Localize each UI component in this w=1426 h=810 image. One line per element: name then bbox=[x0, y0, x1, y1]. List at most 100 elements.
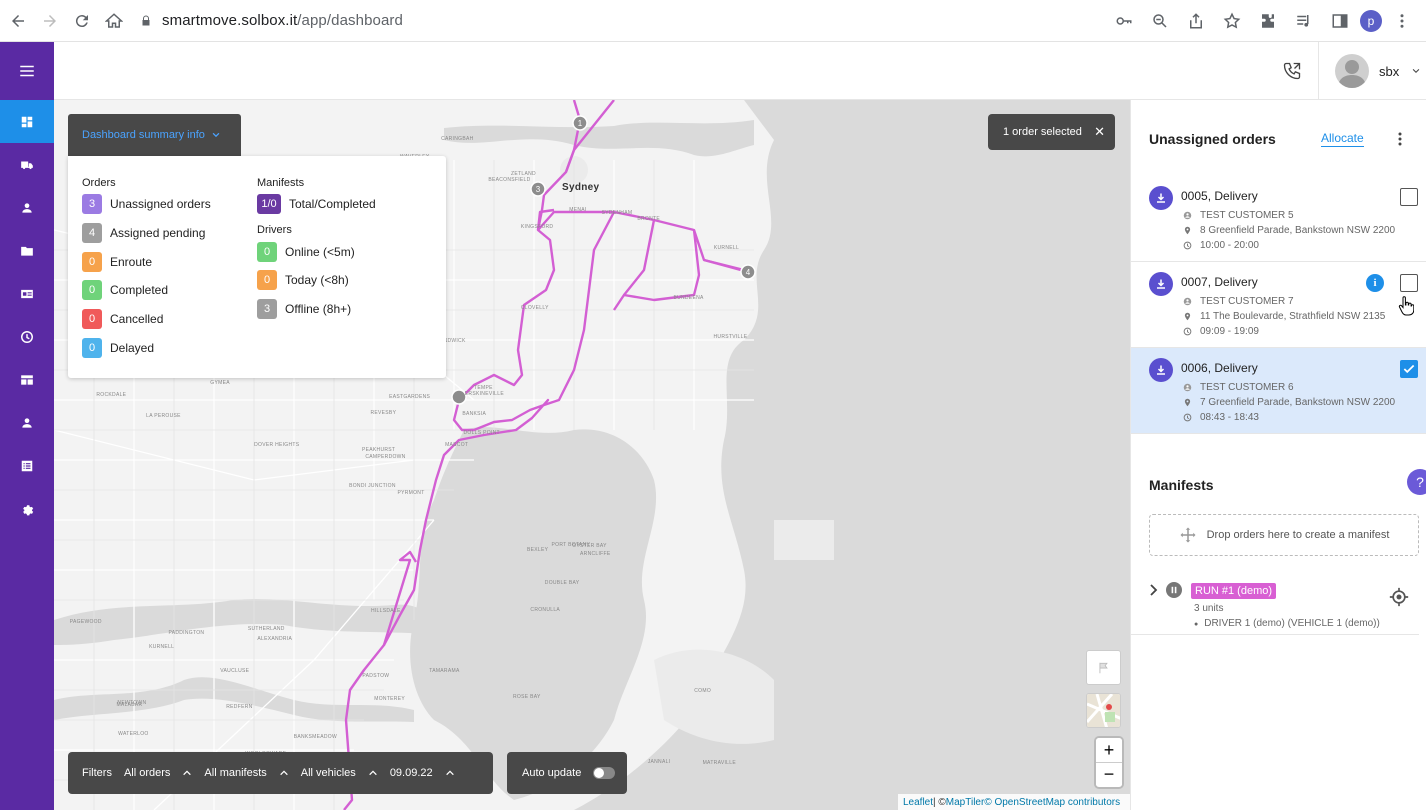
map-place-label: CRONULLA bbox=[530, 606, 561, 613]
manifest-dropzone[interactable]: Drop orders here to create a manifest bbox=[1149, 514, 1419, 556]
media-icon[interactable] bbox=[1288, 5, 1320, 37]
summary-row-label: Total/Completed bbox=[289, 197, 376, 211]
sidepanel-icon[interactable] bbox=[1324, 5, 1356, 37]
chevron-up-icon bbox=[183, 770, 192, 776]
summary-row-completed[interactable]: 0 Completed bbox=[82, 280, 168, 300]
summary-row-today[interactable]: 0 Today (<8h) bbox=[257, 270, 349, 290]
location-pin-icon bbox=[1184, 312, 1191, 321]
map-place-label: LA PEROUSE bbox=[146, 413, 181, 420]
orders-filter-label: All orders bbox=[123, 767, 171, 779]
order-customer: TEST CUSTOMER 5 bbox=[1183, 210, 1294, 221]
list-icon bbox=[21, 460, 33, 471]
id-card-icon bbox=[21, 289, 33, 298]
orders-filter[interactable]: All orders bbox=[124, 767, 192, 779]
sidebar-item-dashboard[interactable] bbox=[0, 100, 54, 143]
order-customer: TEST CUSTOMER 6 bbox=[1183, 382, 1294, 393]
manifest-item[interactable]: RUN #1 (demo) 3 units ● DRIVER 1 (demo) (… bbox=[1131, 570, 1419, 635]
summary-row-online[interactable]: 0 Online (<5m) bbox=[257, 242, 355, 262]
sidebar-item-settings[interactable] bbox=[0, 487, 54, 530]
map-place-label: BEXLEY bbox=[527, 546, 549, 553]
browser-toolbar: smartmove.solbox.it/app/dashboard p bbox=[0, 0, 1426, 42]
user-menu[interactable]: sbx bbox=[1318, 42, 1426, 100]
filters-bar: Filters All orders All manifests All veh… bbox=[68, 752, 493, 794]
layer-control[interactable] bbox=[1086, 693, 1121, 728]
maptiler-link[interactable]: MapTiler bbox=[946, 797, 985, 808]
back-icon[interactable] bbox=[2, 5, 34, 37]
zoom-out-button[interactable]: − bbox=[1096, 762, 1122, 786]
svg-text:1: 1 bbox=[578, 119, 583, 128]
username: sbx bbox=[1379, 63, 1400, 79]
locate-target-icon[interactable] bbox=[1389, 587, 1409, 607]
address-bar[interactable]: smartmove.solbox.it/app/dashboard bbox=[140, 12, 403, 29]
map-place-label: DOLLS POINT bbox=[463, 429, 500, 436]
hamburger-menu-icon[interactable] bbox=[0, 42, 54, 100]
pause-icon[interactable] bbox=[1166, 582, 1182, 598]
summary-row-delayed[interactable]: 0 Delayed bbox=[82, 338, 154, 358]
close-icon[interactable]: ✕ bbox=[1094, 124, 1105, 140]
phone-call-icon[interactable] bbox=[1282, 61, 1302, 81]
map-place-label: MONTEREY bbox=[374, 695, 405, 702]
order-address: 8 Greenfield Parade, Bankstown NSW 2200 bbox=[1183, 225, 1395, 236]
chevron-down-icon bbox=[212, 132, 220, 138]
dashboard-summary-toggle[interactable]: Dashboard summary info bbox=[68, 114, 241, 156]
leaflet-link[interactable]: Leaflet bbox=[903, 797, 933, 808]
help-icon[interactable]: ? bbox=[1407, 469, 1426, 495]
chevron-right-icon[interactable] bbox=[1149, 584, 1159, 596]
summary-row-enroute[interactable]: 0 Enroute bbox=[82, 252, 152, 272]
sidebar-item-folders[interactable] bbox=[0, 229, 54, 272]
sidebar-item-list[interactable] bbox=[0, 444, 54, 487]
order-card[interactable]: 0005, Delivery TEST CUSTOMER 5 8 Greenfi… bbox=[1131, 176, 1426, 262]
key-icon[interactable] bbox=[1108, 5, 1140, 37]
profile-avatar[interactable]: p bbox=[1360, 10, 1382, 32]
more-options-icon[interactable] bbox=[1395, 131, 1405, 147]
chrome-menu-icon[interactable] bbox=[1386, 5, 1418, 37]
flag-icon bbox=[1098, 662, 1108, 673]
map-place-label: DOVER HEIGHTS bbox=[254, 442, 300, 449]
summary-row-assigned-pending[interactable]: 4 Assigned pending bbox=[82, 223, 205, 243]
sidebar-item-drivers[interactable] bbox=[0, 186, 54, 229]
sidebar-item-users[interactable] bbox=[0, 401, 54, 444]
order-card[interactable]: 0006, Delivery TEST CUSTOMER 6 7 Greenfi… bbox=[1131, 348, 1426, 434]
order-checkbox[interactable] bbox=[1400, 188, 1418, 206]
map-place-label: ROCKDALE bbox=[96, 392, 127, 399]
summary-row-manifests[interactable]: 1/0 Total/Completed bbox=[257, 194, 376, 214]
summary-row-unassigned[interactable]: 3 Unassigned orders bbox=[82, 194, 211, 214]
sidebar-item-cards[interactable] bbox=[0, 272, 54, 315]
date-filter[interactable]: 09.09.22 bbox=[390, 767, 455, 779]
summary-row-offline[interactable]: 3 Offline (8h+) bbox=[257, 299, 351, 319]
map-place-label: KURNELL bbox=[713, 244, 740, 251]
summary-row-label: Today (<8h) bbox=[285, 273, 349, 287]
dashboard-icon bbox=[21, 116, 33, 127]
sidebar-item-vehicles[interactable] bbox=[0, 143, 54, 186]
zoom-icon[interactable] bbox=[1144, 5, 1176, 37]
auto-update-toggle[interactable] bbox=[593, 767, 616, 779]
summary-row-label: Delayed bbox=[110, 341, 155, 355]
home-icon[interactable] bbox=[98, 5, 130, 37]
order-card[interactable]: 0007, Delivery TEST CUSTOMER 7 11 The Bo… bbox=[1131, 262, 1426, 348]
manifest-driver-text: DRIVER 1 (demo) (VEHICLE 1 (demo)) bbox=[1204, 618, 1380, 629]
order-checkbox-checked[interactable] bbox=[1400, 360, 1418, 378]
reload-icon[interactable] bbox=[66, 5, 98, 37]
run-badge: RUN #1 (demo) bbox=[1191, 583, 1277, 599]
share-icon[interactable] bbox=[1180, 5, 1212, 37]
osm-link[interactable]: © OpenStreetMap contributors bbox=[984, 797, 1120, 808]
vehicles-filter[interactable]: All vehicles bbox=[301, 767, 378, 779]
star-icon[interactable] bbox=[1216, 5, 1248, 37]
clock-icon bbox=[1183, 327, 1192, 336]
extensions-icon[interactable] bbox=[1252, 5, 1284, 37]
map-place-label: COMO bbox=[694, 687, 712, 694]
sidebar-item-history[interactable] bbox=[0, 315, 54, 358]
forward-icon[interactable] bbox=[34, 5, 66, 37]
flag-control[interactable] bbox=[1086, 650, 1121, 685]
summary-row-cancelled[interactable]: 0 Cancelled bbox=[82, 309, 163, 329]
map-place-label: SYDENHAM bbox=[601, 210, 633, 217]
manifests-filter[interactable]: All manifests bbox=[204, 767, 288, 779]
orders-heading: Orders bbox=[82, 177, 116, 189]
zoom-in-button[interactable]: + bbox=[1096, 738, 1122, 762]
allocate-link[interactable]: Allocate bbox=[1321, 131, 1364, 147]
order-checkbox[interactable] bbox=[1400, 274, 1418, 292]
person-icon bbox=[1183, 383, 1192, 392]
sidebar-item-reports[interactable] bbox=[0, 358, 54, 401]
info-icon[interactable]: i bbox=[1366, 274, 1384, 292]
order-time: 10:00 - 20:00 bbox=[1183, 240, 1259, 251]
